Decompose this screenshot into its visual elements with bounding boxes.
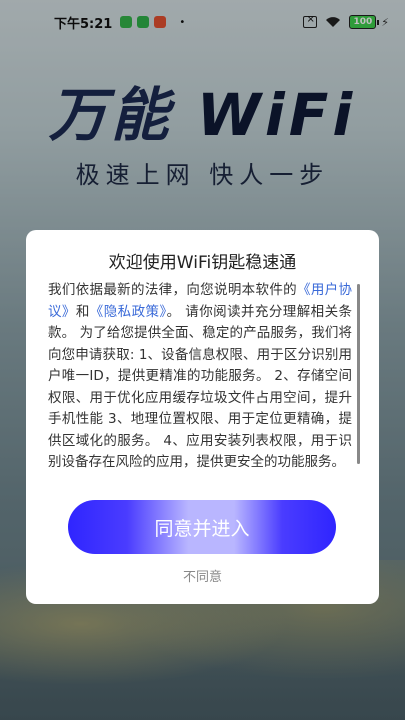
privacy-dialog: 欢迎使用WiFi钥匙稳速通 我们依据最新的法律，向您说明本软件的《用户协议》和《…	[26, 230, 379, 604]
policy-and: 和	[75, 303, 90, 320]
policy-intro: 我们依据最新的法律，向您说明本软件的	[48, 282, 297, 298]
agree-button[interactable]: 同意并进入	[68, 500, 336, 554]
privacy-policy-link[interactable]: 《隐私政策》	[90, 304, 167, 320]
policy-scrollbar[interactable]	[357, 284, 360, 464]
policy-scroll-area[interactable]: 我们依据最新的法律，向您说明本软件的《用户协议》和《隐私政策》。 请你阅读并充分…	[48, 280, 360, 476]
policy-text: 我们依据最新的法律，向您说明本软件的《用户协议》和《隐私政策》。 请你阅读并充分…	[48, 280, 360, 474]
scrollbar-thumb[interactable]	[357, 284, 360, 464]
dialog-title: 欢迎使用WiFi钥匙稳速通	[108, 253, 297, 273]
disagree-button[interactable]: 不同意	[26, 566, 379, 585]
policy-body: 。 请你阅读并充分理解相关条款。 为了给您提供全面、稳定的产品服务，我们将向您申…	[48, 303, 353, 471]
